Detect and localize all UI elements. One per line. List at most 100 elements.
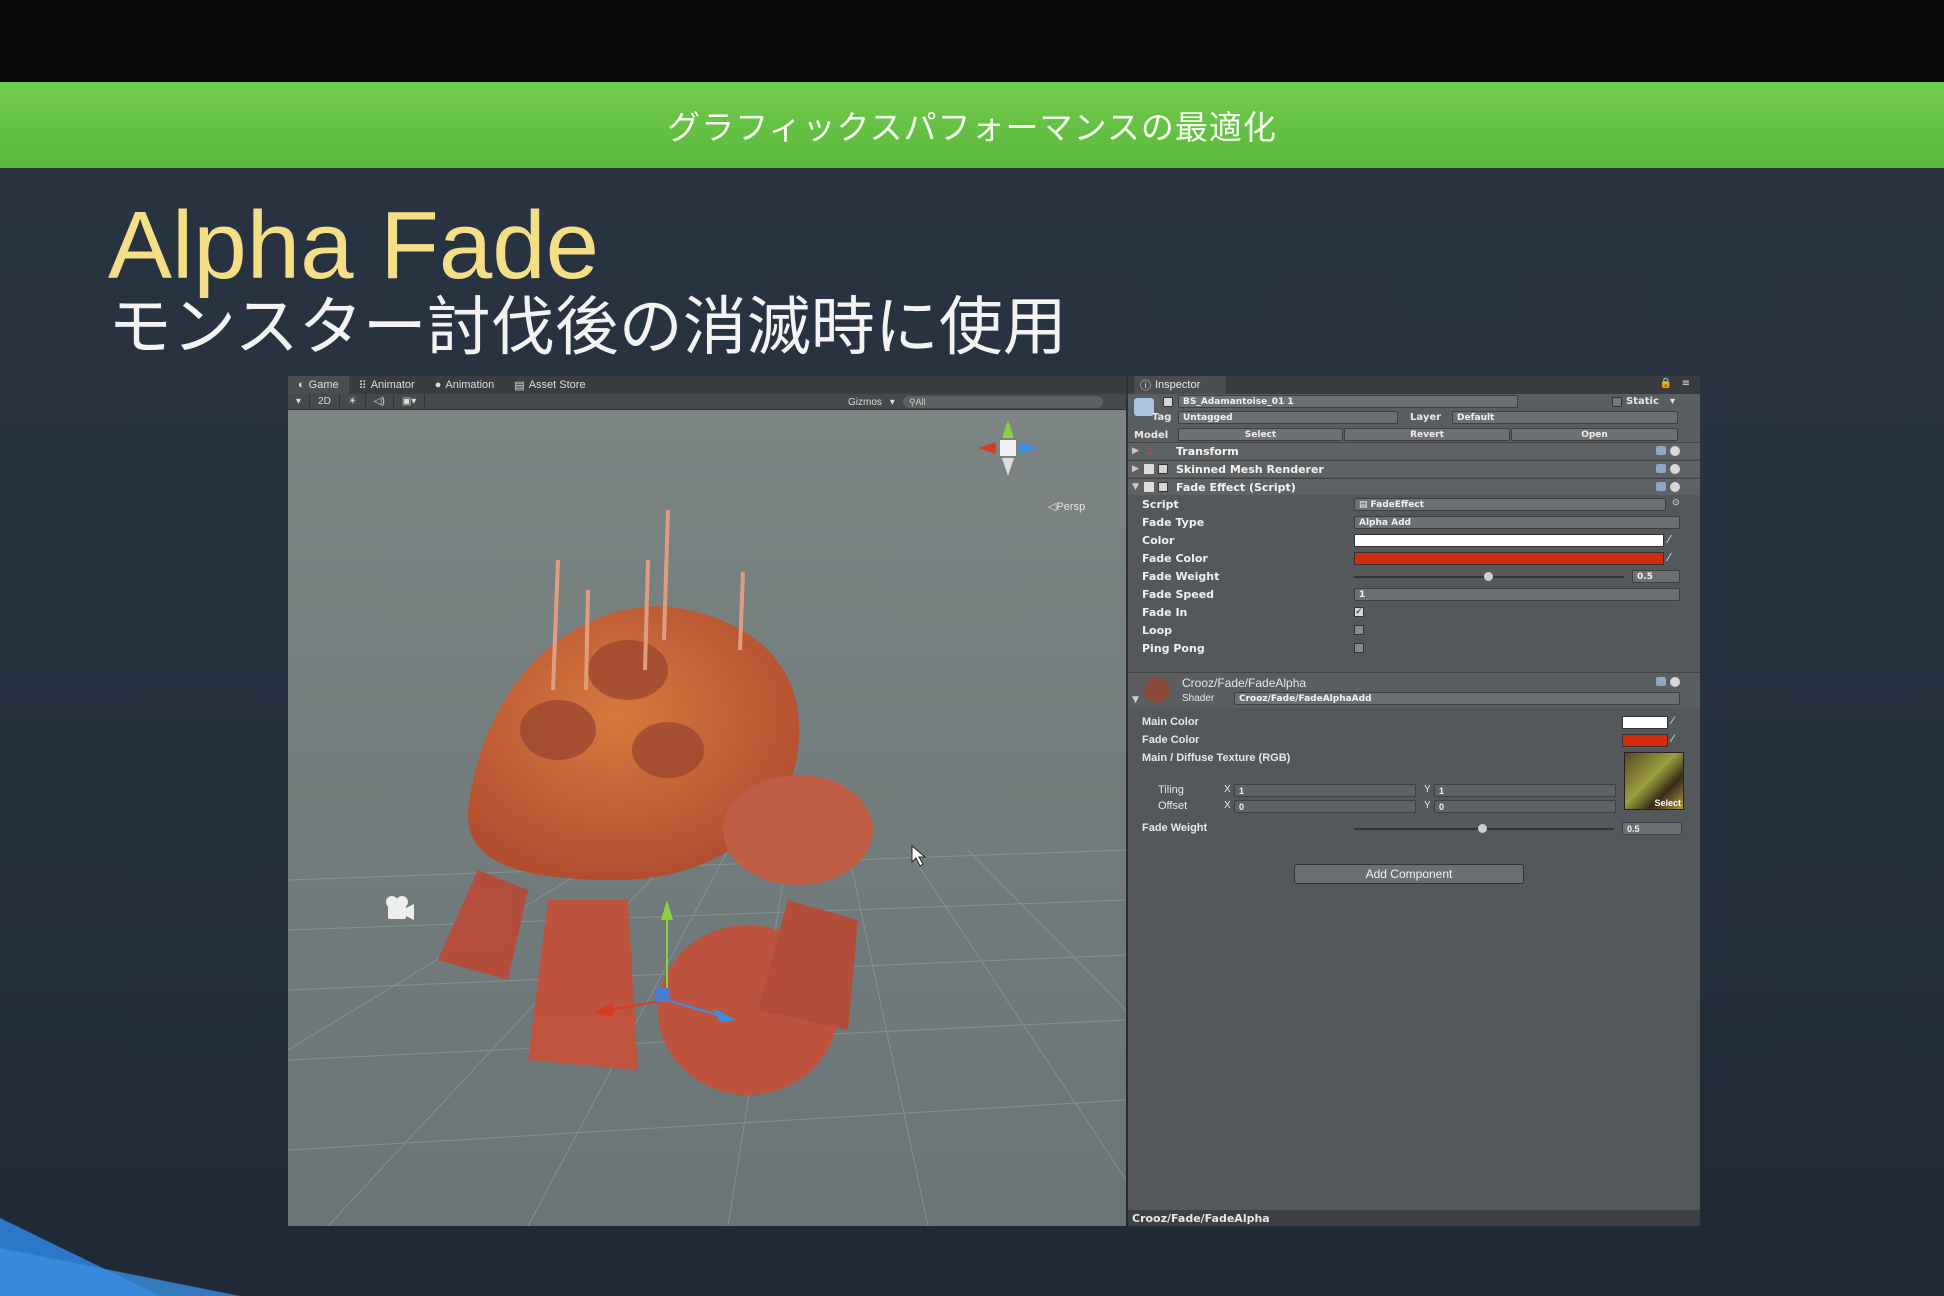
eyedropper-icon[interactable]: ⁄ — [1672, 733, 1674, 745]
texture-thumbnail[interactable]: Select — [1624, 752, 1684, 810]
fade-color-swatch[interactable] — [1354, 552, 1664, 565]
fade-weight-label: Fade Weight — [1142, 570, 1220, 583]
scene-search-input[interactable]: ⚲ All — [902, 396, 1103, 408]
object-name-field[interactable]: BS_Adamantoise_01 1 — [1178, 395, 1518, 408]
help-icon[interactable] — [1656, 677, 1666, 686]
fade-in-label: Fade In — [1142, 606, 1188, 619]
slide-banner: グラフィックスパフォーマンスの最適化 — [0, 82, 1944, 168]
lighting-icon[interactable]: ☀ — [340, 393, 366, 410]
static-checkbox[interactable] — [1612, 397, 1622, 407]
script-field[interactable]: ▤ FadeEffect — [1354, 498, 1666, 511]
material-fade-weight-thumb[interactable] — [1478, 824, 1487, 833]
material-fade-weight-input[interactable]: 0.5 — [1622, 822, 1682, 835]
help-icon[interactable] — [1656, 482, 1666, 491]
eyedropper-icon[interactable]: ⁄ — [1672, 715, 1674, 727]
gear-icon[interactable] — [1670, 446, 1680, 456]
shading-mode-dropdown[interactable]: ▾ — [288, 393, 311, 410]
fade-weight-input[interactable]: 0.5 — [1632, 570, 1680, 583]
effects-icon[interactable]: ▣▾ — [394, 393, 426, 410]
tab-animator[interactable]: ⠿ Animator — [349, 376, 425, 394]
offset-x-input[interactable]: 0 — [1234, 800, 1416, 813]
fade-speed-input[interactable]: 1 — [1354, 588, 1680, 601]
tag-dropdown[interactable]: Untagged — [1178, 411, 1398, 424]
model-open-button[interactable]: Open — [1511, 428, 1678, 441]
gear-icon[interactable] — [1670, 464, 1680, 474]
tab-animation[interactable]: ● Animation — [425, 376, 505, 394]
fade-in-checkbox[interactable]: ✓ — [1354, 607, 1364, 617]
expand-triangle-icon[interactable]: ▶ — [1132, 446, 1139, 456]
layer-label: Layer — [1410, 412, 1442, 423]
component-title: Skinned Mesh Renderer — [1176, 462, 1324, 476]
lock-icon[interactable]: 🔒 — [1660, 378, 1672, 389]
fade-type-label: Fade Type — [1142, 516, 1205, 529]
animation-tab-icon: ● — [434, 379, 442, 391]
expand-triangle-icon[interactable]: ▶ — [1132, 464, 1139, 474]
static-dropdown-icon[interactable]: ▾ — [1670, 396, 1675, 407]
tab-game[interactable]: ◐ Game — [288, 376, 349, 394]
layer-dropdown[interactable]: Default — [1452, 411, 1678, 424]
game-view-panel: ◐ Game ⠿ Animator ● Animation ▤ Asset Store … — [288, 376, 1126, 1226]
gizmos-area: Gizmos ▾ ⚲ All — [848, 394, 1103, 410]
material-preview-icon — [1144, 677, 1170, 703]
game-view-tabs: ◐ Game ⠿ Animator ● Animation ▤ Asset Store — [288, 376, 1126, 394]
collapse-triangle-icon[interactable]: ▼ — [1132, 482, 1139, 492]
transform-component-header[interactable]: ▶ ⅃ Transform — [1128, 442, 1700, 459]
model-revert-button[interactable]: Revert — [1344, 428, 1510, 441]
fade-weight-slider-thumb[interactable] — [1484, 572, 1493, 581]
shader-dropdown[interactable]: Crooz/Fade/FadeAlphaAdd — [1234, 692, 1680, 705]
color-swatch[interactable] — [1354, 534, 1664, 547]
component-enabled-checkbox[interactable] — [1158, 482, 1168, 492]
model-select-button[interactable]: Select — [1178, 428, 1343, 441]
tiling-y-input[interactable]: 1 — [1434, 784, 1616, 797]
inspector-panel: ⓘ Inspector 🔒 ≡ BS_Adamantoise_01 1 Stati… — [1128, 376, 1700, 1226]
component-title: Fade Effect (Script) — [1176, 480, 1296, 494]
script-file-icon: ▤ — [1359, 499, 1368, 510]
texture-select-button[interactable]: Select — [1654, 798, 1681, 808]
add-component-button[interactable]: Add Component — [1294, 864, 1524, 884]
fade-speed-label: Fade Speed — [1142, 588, 1215, 601]
tab-asset-store[interactable]: ▤ Asset Store — [504, 376, 595, 394]
offset-y-input[interactable]: 0 — [1434, 800, 1616, 813]
main-color-swatch[interactable] — [1622, 716, 1668, 729]
offset-x-label: X — [1224, 800, 1231, 811]
gear-icon[interactable] — [1670, 482, 1680, 492]
toggle-2d-button[interactable]: 2D — [310, 393, 340, 410]
gizmos-dropdown[interactable]: Gizmos — [848, 397, 882, 408]
fade-type-dropdown[interactable]: Alpha Add — [1354, 516, 1680, 529]
collapse-triangle-icon[interactable]: ▼ — [1132, 695, 1139, 705]
component-enabled-checkbox[interactable] — [1158, 464, 1168, 474]
ping-pong-checkbox[interactable] — [1354, 643, 1364, 653]
tiling-x-input[interactable]: 1 — [1234, 784, 1416, 797]
asset-status-bar: Crooz/Fade/FadeAlpha — [1128, 1210, 1700, 1226]
help-icon[interactable] — [1656, 464, 1666, 473]
component-icons — [1656, 482, 1680, 492]
help-icon[interactable] — [1656, 446, 1666, 455]
eyedropper-icon[interactable]: ⁄ — [1668, 533, 1670, 546]
object-picker-icon[interactable]: ⊙ — [1672, 498, 1680, 508]
material-header: ▼ Crooz/Fade/FadeAlpha Shader Crooz/Fade… — [1128, 672, 1700, 708]
eyedropper-icon[interactable]: ⁄ — [1668, 551, 1670, 564]
fade-effect-header[interactable]: ▼ Fade Effect (Script) — [1128, 478, 1700, 495]
shader-label: Shader — [1182, 693, 1215, 704]
fade-effect-properties: Script ▤ FadeEffect ⊙ Fade Type Alpha Add… — [1128, 496, 1700, 655]
component-title: Transform — [1176, 444, 1239, 458]
offset-y-label: Y — [1424, 800, 1431, 811]
persp-text: Persp — [1056, 501, 1086, 513]
scene-viewport[interactable] — [288, 410, 1126, 1226]
material-fade-color-swatch[interactable] — [1622, 734, 1668, 747]
tab-inspector[interactable]: ⓘ Inspector — [1134, 376, 1226, 394]
audio-icon[interactable]: ◁) — [366, 393, 394, 410]
banner-text: グラフィックスパフォーマンスの最適化 — [667, 108, 1277, 147]
active-checkbox[interactable] — [1163, 397, 1173, 407]
skinned-mesh-renderer-header[interactable]: ▶ Skinned Mesh Renderer — [1128, 460, 1700, 477]
material-fade-weight-label: Fade Weight — [1142, 822, 1208, 834]
loop-checkbox[interactable] — [1354, 625, 1364, 635]
info-icon: ⓘ — [1140, 380, 1151, 392]
fade-color-label: Fade Color — [1142, 734, 1200, 746]
panel-menu-icon[interactable]: ≡ — [1682, 378, 1690, 389]
persp-label[interactable]: ◁Persp — [1048, 500, 1085, 513]
model-label: Model — [1134, 430, 1169, 441]
gear-icon[interactable] — [1670, 677, 1680, 687]
slide-title: Alpha Fade — [108, 192, 600, 299]
object-header: BS_Adamantoise_01 1 Static ▾ Tag Untagge… — [1128, 394, 1700, 442]
